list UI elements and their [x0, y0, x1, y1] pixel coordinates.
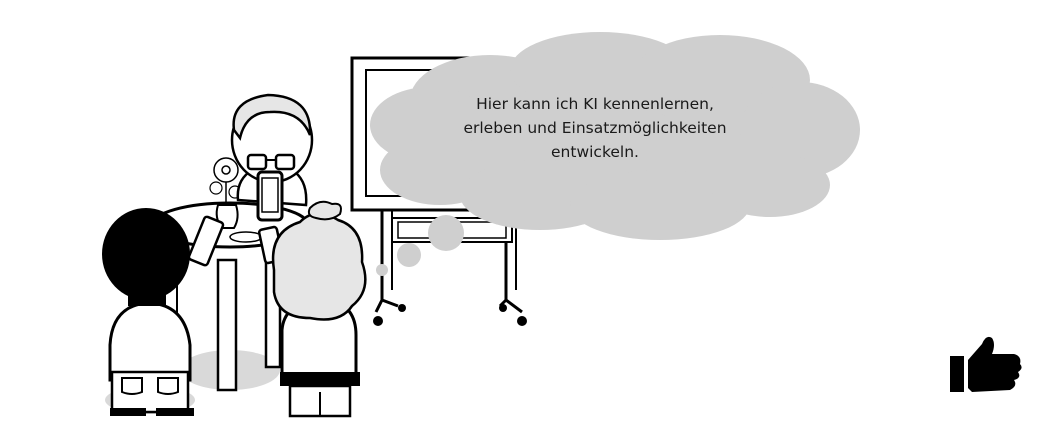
thumbs-up-icon[interactable] — [948, 332, 1024, 394]
child-curly-hair — [271, 200, 367, 418]
speech-bubble-line-3: entwickeln. — [551, 143, 639, 161]
child-black-hair — [102, 208, 195, 416]
speech-bubble-line-1: Hier kann ich KI kennenlernen, — [476, 95, 714, 113]
speech-bubble-line-2: erleben und Einsatzmöglichkeiten — [463, 119, 727, 137]
speech-bubble-text: Hier kann ich KI kennenlernen, erleben u… — [430, 92, 760, 164]
classroom-illustration — [102, 32, 860, 418]
person-with-glasses — [230, 93, 314, 222]
